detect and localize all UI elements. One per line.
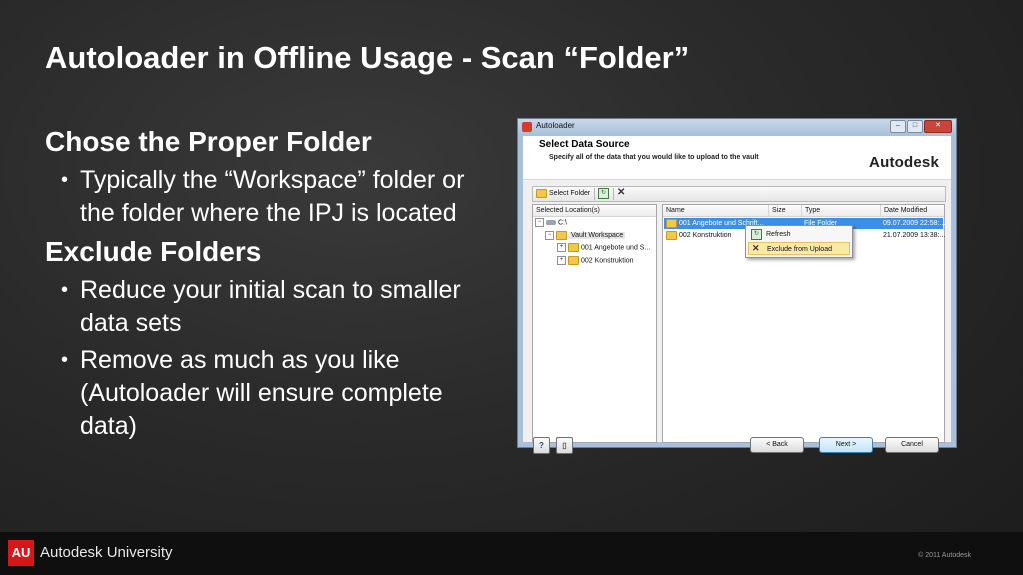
footer-bar: AU Autodesk University © 2011 Autodesk — [0, 532, 1023, 575]
autoloader-app-icon — [522, 122, 532, 132]
folder-icon — [556, 231, 567, 240]
minimize-button[interactable]: – — [890, 120, 906, 133]
refresh-icon: ↻ — [751, 229, 762, 240]
tree-item-drive[interactable]: − C:\ — [535, 218, 567, 228]
exclude-icon: ✕ — [752, 243, 760, 253]
tree-header: Selected Location(s) — [533, 205, 656, 217]
drive-icon — [546, 220, 556, 225]
collapse-icon[interactable]: − — [545, 231, 554, 240]
row-date-cell: 21.07.2009 13:38:... — [883, 232, 946, 239]
dialog-client: Select Data Source Specify all of the da… — [523, 136, 951, 454]
column-header-name[interactable]: Name — [663, 205, 685, 216]
toolbar-separator — [613, 188, 614, 200]
window-titlebar[interactable]: Autoloader – □ ✕ — [518, 119, 956, 135]
maximize-button[interactable]: □ — [907, 120, 923, 133]
slide-title: Autoloader in Offline Usage - Scan “Fold… — [45, 40, 690, 75]
section-heading-folder: Chose the Proper Folder — [45, 126, 372, 157]
dialog-header: Select Data Source Specify all of the da… — [523, 136, 951, 180]
copyright-text: © 2011 Autodesk — [918, 552, 971, 559]
folder-icon — [666, 218, 677, 228]
close-button[interactable]: ✕ — [924, 120, 952, 133]
section-heading-exclude: Exclude Folders — [45, 236, 262, 267]
folder-icon — [666, 230, 677, 240]
back-button[interactable]: < Back — [750, 437, 804, 453]
select-folder-button[interactable]: Select Folder — [536, 188, 590, 200]
bullet-list: Reduce your initial scan to smaller data… — [45, 274, 465, 443]
row-date-cell: 09.07.2009 22:58:... — [883, 220, 946, 227]
window-title: Autoloader — [536, 121, 575, 130]
location-tree[interactable]: Selected Location(s) − C:\ − Vault Workspa… — [532, 204, 657, 443]
remove-button[interactable]: ✕ — [617, 187, 625, 199]
refresh-icon: ↻ — [598, 188, 609, 199]
next-button[interactable]: Next > — [819, 437, 873, 453]
dialog-header-title: Select Data Source — [539, 139, 630, 150]
select-folder-label: Select Folder — [549, 190, 591, 197]
autoloader-window: Autoloader – □ ✕ Select Data Source Spec… — [517, 118, 957, 454]
slide-content: Chose the Proper Folder Typically the “W… — [45, 124, 465, 447]
footer-brand: Autodesk University — [40, 544, 173, 561]
tree-item-vault-workspace[interactable]: − Vault Workspace — [545, 231, 626, 241]
remove-icon: ✕ — [617, 187, 626, 198]
list-header: Name Size Type Date Modified — [663, 205, 944, 217]
context-menu: ↻ Refresh ✕ Exclude from Upload — [745, 225, 853, 258]
bullet-item: Typically the “Workspace” folder or the … — [45, 164, 465, 230]
dialog-header-subtitle: Specify all of the data that you would l… — [549, 154, 759, 161]
log-button[interactable]: ▯ — [556, 437, 573, 454]
column-header-date[interactable]: Date Modified — [880, 205, 927, 216]
toolbar-separator — [594, 188, 595, 200]
column-header-type[interactable]: Type — [801, 205, 820, 216]
context-menu-refresh[interactable]: ↻ Refresh — [748, 228, 850, 241]
expand-icon[interactable]: + — [557, 256, 566, 265]
collapse-icon[interactable]: − — [535, 218, 544, 227]
folder-icon — [568, 256, 579, 265]
expand-icon[interactable]: + — [557, 243, 566, 252]
bullet-item: Reduce your initial scan to smaller data… — [45, 274, 465, 340]
toolbar: Select Folder ↻ ✕ — [532, 186, 946, 202]
context-menu-exclude[interactable]: ✕ Exclude from Upload — [748, 242, 850, 255]
bullet-item: Remove as much as you like (Autoloader w… — [45, 344, 465, 443]
refresh-button[interactable]: ↻ — [598, 188, 609, 200]
folder-icon — [568, 243, 579, 252]
column-header-size[interactable]: Size — [768, 205, 786, 216]
folder-icon — [536, 188, 547, 198]
help-button[interactable]: ? — [533, 437, 550, 454]
tree-item-002[interactable]: +002 Konstruktion — [557, 256, 634, 266]
au-logo: AU — [8, 540, 34, 566]
autodesk-logo: Autodesk — [869, 154, 939, 171]
tree-item-001[interactable]: +001 Angebote und S... — [557, 243, 650, 253]
cancel-button[interactable]: Cancel — [885, 437, 939, 453]
bullet-list: Typically the “Workspace” folder or the … — [45, 164, 465, 230]
